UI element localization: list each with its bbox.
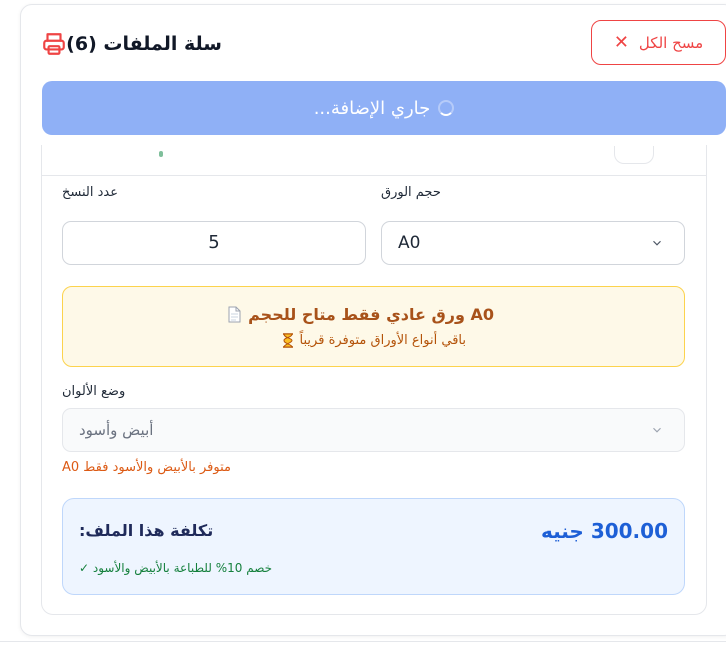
paper-size-label: حجم الورق [381,185,441,200]
clear-all-label: مسح الكل [638,33,704,52]
document-icon [228,306,241,323]
divider [0,641,726,642]
printer-icon[interactable] [41,31,67,57]
paper-size-value: A0 [398,233,421,253]
chevron-down-icon [653,240,661,246]
chevron-down-icon [653,427,661,433]
paper-notice: A0 ورق عادي فقط متاح للحجم باقي أنواع ال… [62,286,685,367]
color-mode-select[interactable]: أبيض وأسود [62,408,685,452]
file-list[interactable]: عدد النسخ 5 حجم الورق A0 A0 ورق عادي فقط… [21,145,726,635]
status-dot [159,151,163,157]
copies-label: عدد النسخ [62,185,118,200]
file-card-header [42,145,706,176]
hourglass-icon [282,333,293,348]
cart-title: سلة الملفات (6) [66,33,222,55]
file-card-toggle[interactable] [614,146,654,164]
file-cost-box: تكلفة هذا الملف: 300.00 جنيه خصم 10% للط… [62,498,685,595]
cart-header: سلة الملفات (6) ✕ مسح الكل [21,5,726,83]
notice-main-text: A0 ورق عادي فقط متاح للحجم [227,305,494,324]
copies-input[interactable]: 5 [62,221,366,265]
cost-value: 300.00 جنيه [540,519,668,543]
color-mode-label: وضع الألوان [62,384,126,399]
color-mode-value: أبيض وأسود [79,421,154,439]
discount-note: خصم 10% للطباعة بالأبيض والأسود ✓ [79,561,273,575]
clear-all-button[interactable]: ✕ مسح الكل [591,20,726,65]
spinner-icon [438,100,455,116]
adding-status-button[interactable]: ...جاري الإضافة [42,81,726,135]
cost-label: تكلفة هذا الملف: [79,521,214,540]
notice-main-label: A0 ورق عادي فقط متاح للحجم [248,305,494,324]
close-icon: ✕ [613,31,629,53]
file-card: عدد النسخ 5 حجم الورق A0 A0 ورق عادي فقط… [41,145,707,615]
notice-sub-text: باقي أنواع الأوراق متوفرة قريباً [282,333,466,348]
notice-sub-label: باقي أنواع الأوراق متوفرة قريباً [299,333,466,348]
file-cart-panel: سلة الملفات (6) ✕ مسح الكل ...جاري الإضا… [20,4,726,636]
color-mode-note: متوفر بالأبيض والأسود فقط A0 [62,460,231,475]
paper-size-select[interactable]: A0 [381,221,685,265]
adding-label: ...جاري الإضافة [313,97,431,119]
